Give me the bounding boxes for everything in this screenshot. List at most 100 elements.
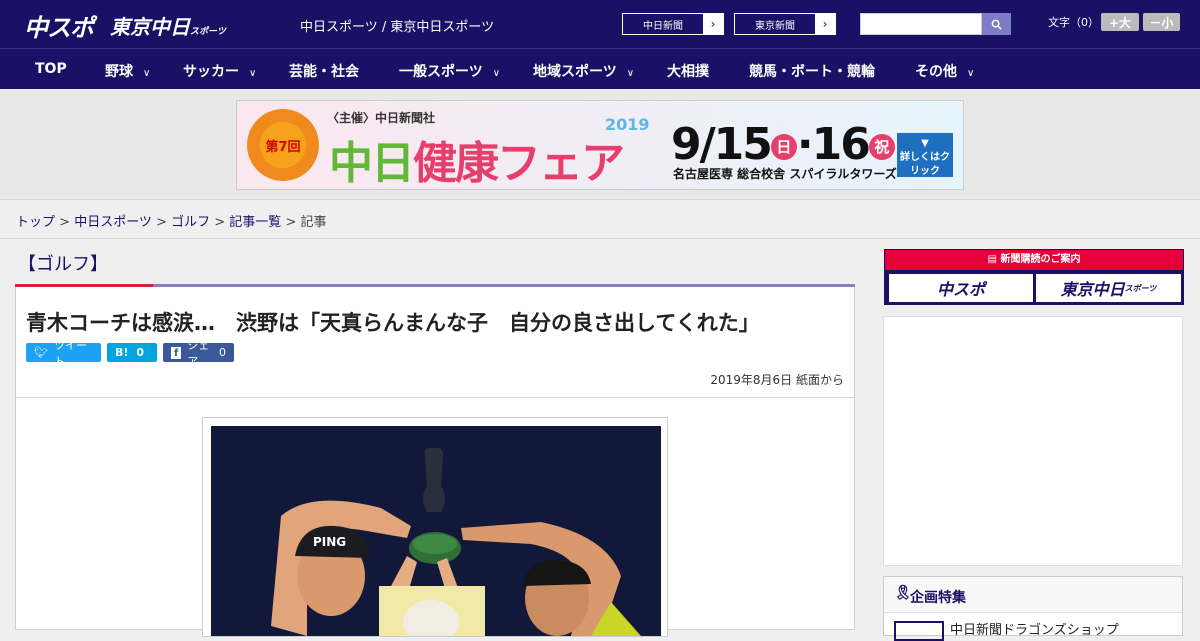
chunichi-shimbun-link[interactable]: 中日新聞 › (622, 13, 724, 35)
facebook-share-label: シェア (187, 338, 210, 368)
banner-details-button[interactable]: ▼ 詳しくはクリック (897, 133, 953, 177)
hatena-bookmark-button[interactable]: B! 0 (107, 343, 157, 362)
subscribe-tokyo-chunichi[interactable]: 東京中日 スポーツ (1036, 274, 1181, 302)
banner-area: 第7回 〈主催〉中日新聞社 2019 中日健康フェア 9/15 日 ·16 祝 名古屋… (0, 90, 1200, 200)
article-photo[interactable]: PING (211, 426, 661, 636)
chevron-down-icon: ∨ (249, 68, 257, 79)
banner-date-a: 9/15 (671, 119, 773, 170)
nav-item-top[interactable]: TOP (35, 61, 67, 77)
breadcrumb-golf[interactable]: ゴルフ (171, 215, 210, 230)
golfers-trophy-photo: PING (211, 426, 661, 636)
hatena-count: 0 (136, 346, 145, 359)
font-larger-button[interactable]: +大 (1101, 13, 1139, 31)
tokyo-chunichi-logo-text: 東京中日 (110, 15, 190, 39)
feature-title: 企画特集 (910, 590, 966, 606)
breadcrumb-sep: > (210, 215, 230, 230)
newspaper-icon: ▤ (987, 254, 997, 265)
tweet-label: ツイート (53, 338, 87, 368)
breadcrumb-chunichi-sports[interactable]: 中日スポーツ (74, 215, 152, 230)
breadcrumb-top[interactable]: トップ (16, 215, 55, 230)
banner-title-a: 中日 (329, 138, 415, 189)
divider (16, 397, 854, 398)
breadcrumb-current: 記事 (300, 215, 327, 230)
article-card: 青木コーチは感涙… 渋野は「天真らんまんな子 自分の良さ出してくれた」 🐦︎ ツイ… (15, 287, 855, 637)
banner-date: 9/15 日 ·16 祝 (671, 119, 895, 170)
nav-item-baseball[interactable]: 野球 ∨ (105, 61, 150, 81)
divider (0, 238, 1200, 239)
banner-organizer: 〈主催〉中日新聞社 (327, 111, 436, 125)
ribbon-icon: 🎗︎ (894, 585, 912, 601)
nav-item-racing[interactable]: 競馬・ボート・競輪 (749, 61, 875, 81)
chevron-down-icon: ∨ (626, 68, 635, 79)
facebook-share-count: 0 (219, 346, 226, 359)
nav-item-soccer[interactable]: サッカー ∨ (183, 61, 256, 81)
nav-item-label: 競馬・ボート・競輪 (749, 64, 875, 80)
subscription-ad-header: ▤ 新聞購読のご案内 (885, 250, 1183, 270)
nav-item-sumo[interactable]: 大相撲 (667, 61, 709, 81)
tokyo-shimbun-label: 東京新聞 (755, 20, 795, 32)
triangle-down-icon: ▼ (921, 138, 929, 149)
tokyo-chunichi-logo[interactable]: 東京中日スポーツ (110, 11, 226, 40)
nav-item-label: サッカー (183, 64, 239, 80)
chevron-down-icon: ∨ (492, 68, 501, 79)
subscribe-tokyo-chunichi-small: スポーツ (1124, 283, 1157, 293)
subscribe-chuspo[interactable]: 中スポ (889, 274, 1033, 302)
nav-item-label: TOP (35, 61, 67, 77)
nav-item-label: 野球 (105, 64, 133, 80)
feature-thumbnail[interactable] (894, 621, 944, 641)
tokyo-shimbun-link[interactable]: 東京新聞 › (734, 13, 836, 35)
article-headline: 青木コーチは感涙… 渋野は「天真らんまんな子 自分の良さ出してくれた」 (26, 311, 760, 335)
nav-item-general-sports[interactable]: 一般スポーツ ∨ (399, 61, 500, 81)
banner-date-b: ·16 (796, 119, 871, 170)
chunichi-shimbun-label: 中日新聞 (643, 20, 683, 32)
breadcrumb-sep: > (151, 215, 172, 230)
nav-item-entertainment[interactable]: 芸能・社会 (289, 61, 359, 81)
banner-title-b: 健康フェア (413, 138, 625, 189)
nav-item-regional-sports[interactable]: 地域スポーツ ∨ (533, 61, 634, 81)
article-photo-frame: PING (202, 417, 668, 637)
health-fair-banner[interactable]: 第7回 〈主催〉中日新聞社 2019 中日健康フェア 9/15 日 ·16 祝 名古屋… (236, 100, 964, 190)
chevron-right-icon: › (815, 14, 835, 34)
search-icon (991, 19, 1002, 30)
chevron-right-icon: › (703, 14, 723, 34)
subscription-ad-title: 新聞購読のご案内 (1000, 254, 1081, 265)
feature-header: 🎗︎ 企画特集 (884, 577, 1182, 613)
banner-badge: 第7回 (247, 109, 319, 181)
sidebar-ad-slot (883, 316, 1183, 566)
tweet-button[interactable]: 🐦︎ ツイート (26, 339, 101, 368)
nav-item-label: 芸能・社会 (289, 64, 359, 80)
article-date: 2019年8月6日 紙面から (710, 373, 844, 387)
main-nav: TOP 野球 ∨ サッカー ∨ 芸能・社会 一般スポーツ ∨ 地域スポーツ ∨ 大相撲 … (0, 48, 1200, 89)
subscribe-tokyo-chunichi-text: 東京中日 (1060, 280, 1125, 299)
category-heading: 【ゴルフ】 (18, 254, 108, 275)
banner-day-a: 日 (770, 134, 797, 160)
subscription-ad[interactable]: ▤ 新聞購読のご案内 中スポ 東京中日 スポーツ (884, 249, 1184, 305)
nav-item-label: その他 (915, 64, 957, 80)
search-button[interactable] (982, 13, 1011, 35)
banner-day-b: 祝 (868, 134, 895, 160)
svg-text:PING: PING (313, 535, 346, 549)
chevron-down-icon: ∨ (143, 68, 151, 79)
feature-section: 🎗︎ 企画特集 中日新聞ドラゴンズショップ (883, 576, 1183, 641)
twitter-icon: 🐦︎ (34, 346, 48, 359)
breadcrumb-article-list[interactable]: 記事一覧 (229, 215, 281, 230)
top-header: 中スポ 東京中日スポーツ 中日スポーツ / 東京中日スポーツ 中日新聞 › 東京… (0, 0, 1200, 48)
banner-venue: 名古屋医専 総合校舎 スパイラルタワーズ (673, 167, 897, 181)
banner-title: 中日健康フェア (329, 127, 625, 189)
facebook-icon: f (171, 346, 182, 359)
font-size-label: 文字（0） (1048, 16, 1099, 29)
nav-item-label: 一般スポーツ (399, 64, 483, 80)
breadcrumb-sep: > (55, 215, 75, 230)
breadcrumb-sep: > (281, 215, 301, 230)
nav-item-other[interactable]: その他 ∨ (915, 61, 974, 81)
chuspo-logo[interactable]: 中スポ (24, 8, 94, 43)
hatena-icon: B! (115, 346, 129, 359)
tokyo-chunichi-logo-small: スポーツ (190, 27, 226, 37)
nav-item-label: 大相撲 (667, 64, 709, 80)
search-input[interactable] (860, 13, 982, 35)
breadcrumb: トップ > 中日スポーツ > ゴルフ > 記事一覧 > 記事 (16, 211, 327, 230)
facebook-share-button[interactable]: f シェア 0 (163, 339, 234, 368)
nav-item-label: 地域スポーツ (533, 64, 617, 80)
feature-item[interactable]: 中日新聞ドラゴンズショップ (950, 619, 1119, 638)
font-smaller-button[interactable]: －小 (1143, 13, 1180, 31)
